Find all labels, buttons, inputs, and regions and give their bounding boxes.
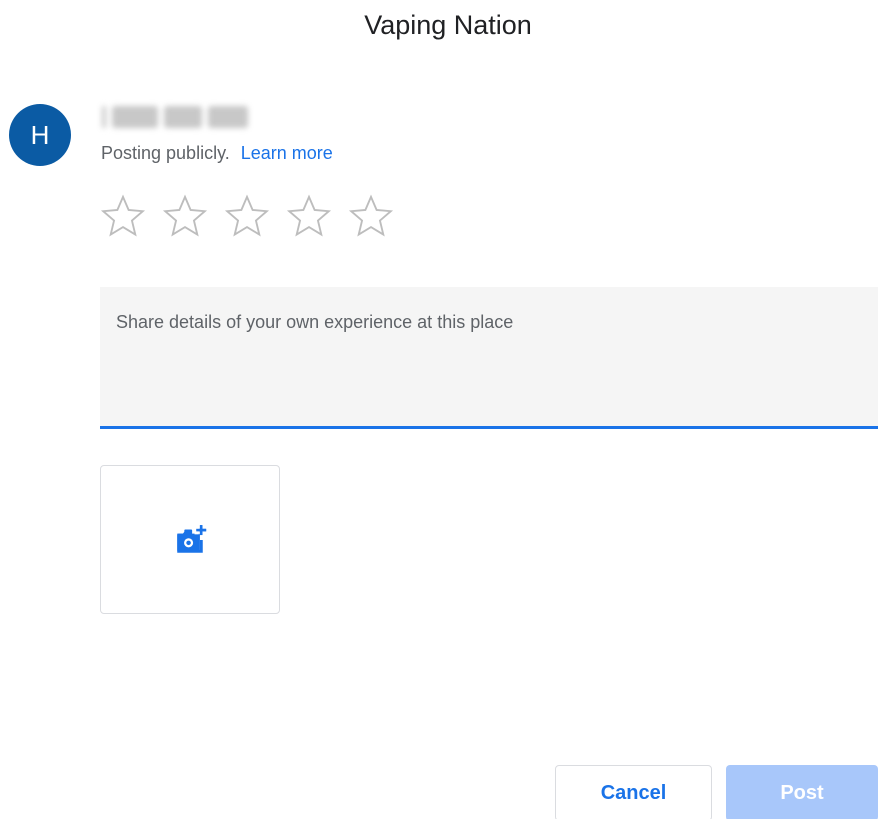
post-button[interactable]: Post [726, 765, 878, 819]
posting-notice: Posting publicly. Learn more [101, 143, 333, 164]
add-photo-button[interactable] [100, 465, 280, 614]
star-1-icon[interactable] [98, 191, 148, 241]
avatar-initial: H [30, 119, 50, 150]
star-rating [98, 191, 396, 241]
star-3-icon[interactable] [222, 191, 272, 241]
learn-more-link[interactable]: Learn more [241, 143, 333, 163]
avatar: H [9, 104, 71, 166]
user-name-redacted [102, 98, 272, 136]
add-photo-icon [177, 524, 207, 553]
review-text-area [100, 287, 878, 429]
posting-publicly-text: Posting publicly. [101, 143, 230, 163]
star-5-icon[interactable] [346, 191, 396, 241]
star-4-icon[interactable] [284, 191, 334, 241]
dialog-title: Vaping Nation [364, 10, 532, 40]
review-dialog: Vaping Nation H Posting publicly. Learn … [0, 0, 878, 819]
star-2-icon[interactable] [160, 191, 210, 241]
review-input[interactable] [100, 287, 878, 426]
cancel-button[interactable]: Cancel [555, 765, 712, 819]
